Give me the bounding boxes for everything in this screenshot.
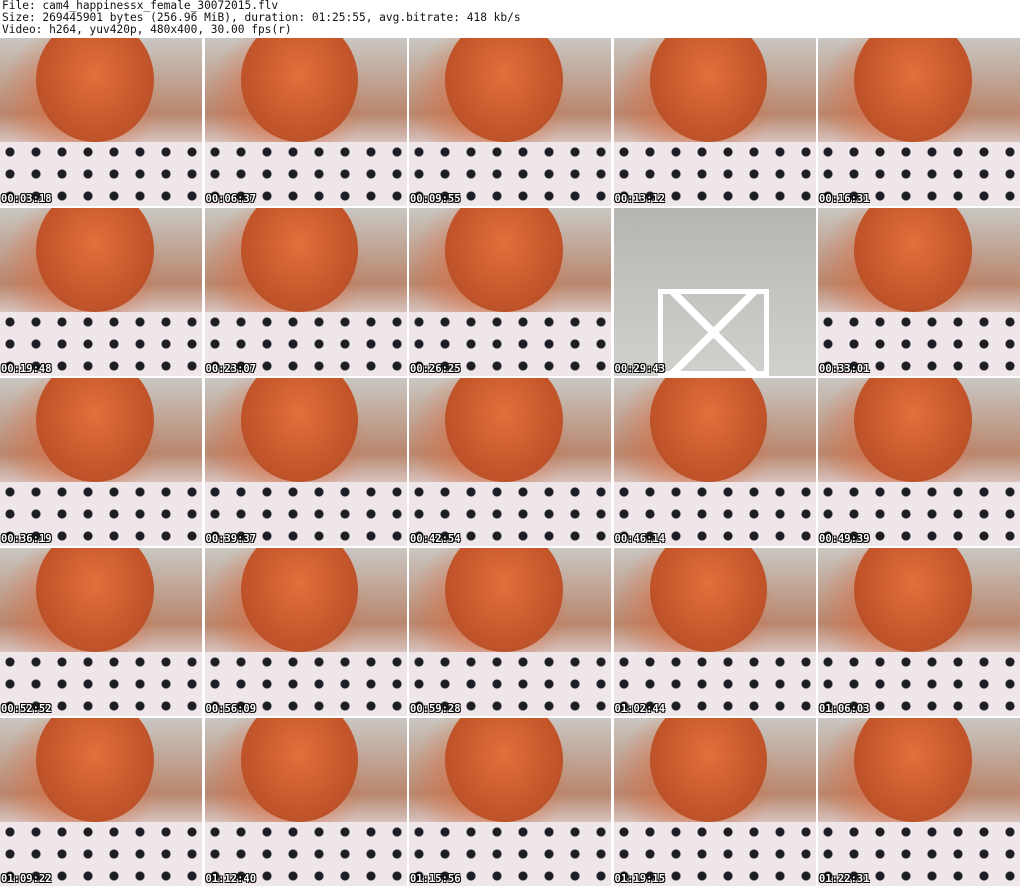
person-shape: [649, 718, 768, 823]
person-shape: [240, 38, 359, 143]
thumbnail-timestamp: 00:16:31: [819, 193, 870, 205]
thumbnail-timestamp: 00:23:07: [205, 363, 257, 375]
chair-shape: [657, 288, 770, 376]
thumbnail-timestamp: 00:13:12: [614, 193, 666, 205]
person-shape: [240, 208, 359, 313]
video-thumbnail: 00:56:09: [204, 548, 407, 716]
thumbnail-timestamp: 01:02:44: [614, 703, 666, 715]
video-thumbnail: 00:26:25: [409, 208, 611, 376]
person-shape: [649, 378, 768, 483]
video-thumbnail: 01:12:40: [204, 718, 407, 886]
video-thumbnail: 00:46:14: [613, 378, 816, 546]
person-shape: [854, 208, 972, 313]
thumbnail-timestamp: 00:33:01: [819, 363, 870, 375]
person-shape: [854, 378, 972, 483]
video-thumbnail: 00:39:37: [204, 378, 407, 546]
person-shape: [36, 548, 154, 653]
video-thumbnail: 00:13:12: [613, 38, 816, 206]
person-shape: [240, 548, 359, 653]
video-thumbnail: 01:15:56: [409, 718, 611, 886]
thumbnail-timestamp: 00:46:14: [614, 533, 666, 545]
person-shape: [36, 378, 154, 483]
thumbnail-timestamp: 00:26:25: [410, 363, 461, 375]
person-shape: [36, 38, 154, 143]
thumbnail-timestamp: 00:49:39: [819, 533, 870, 545]
thumbnail-timestamp: 01:12:40: [205, 873, 257, 885]
video-thumbnail: 00:49:39: [818, 378, 1020, 546]
person-shape: [649, 38, 768, 143]
thumbnail-timestamp: 00:42:54: [410, 533, 461, 545]
thumbnail-timestamp: 01:09:22: [1, 873, 52, 885]
person-shape: [854, 548, 972, 653]
video-thumbnail: 01:09:22: [0, 718, 202, 886]
thumbnail-timestamp: 00:56:09: [205, 703, 257, 715]
person-shape: [854, 718, 972, 823]
person-shape: [445, 208, 563, 313]
video-thumbnail: 00:06:37: [204, 38, 407, 206]
video-thumbnail: 01:19:15: [613, 718, 816, 886]
video-thumbnail: 00:19:48: [0, 208, 202, 376]
thumbnail-timestamp: 00:36:19: [1, 533, 52, 545]
video-thumbnail: 00:16:31: [818, 38, 1020, 206]
person-shape: [445, 378, 563, 483]
person-shape: [240, 378, 359, 483]
person-shape: [445, 718, 563, 823]
video-thumbnail: 01:02:44: [613, 548, 816, 716]
file-info-header: File: cam4_happinessx_female_30072015.fl…: [2, 0, 1022, 37]
thumbnail-timestamp: 01:06:03: [819, 703, 870, 715]
video-thumbnail: 00:29:43: [613, 208, 816, 376]
person-shape: [445, 548, 563, 653]
thumbnail-timestamp: 00:52:52: [1, 703, 52, 715]
video-info-line: Video: h264, yuv420p, 480x400, 30.00 fps…: [2, 23, 292, 36]
thumbnail-timestamp: 00:09:55: [410, 193, 461, 205]
video-thumbnail: 00:52:52: [0, 548, 202, 716]
video-thumbnail: 01:22:31: [818, 718, 1020, 886]
video-thumbnail: 00:33:01: [818, 208, 1020, 376]
thumbnail-timestamp: 00:19:48: [1, 363, 52, 375]
person-shape: [36, 208, 154, 313]
video-thumbnail: 00:03:18: [0, 38, 202, 206]
video-thumbnail: 00:23:07: [204, 208, 407, 376]
thumbnail-grid: 00:03:18 00:06:37 00:09:55 00:13:12 00:16:31…: [0, 38, 1024, 889]
person-shape: [854, 38, 972, 143]
person-shape: [445, 38, 563, 143]
thumbnail-timestamp: 00:39:37: [205, 533, 257, 545]
thumbnail-timestamp: 00:59:28: [410, 703, 461, 715]
video-thumbnail: 00:59:28: [409, 548, 611, 716]
person-shape: [36, 718, 154, 823]
thumbnail-timestamp: 00:29:43: [614, 363, 666, 375]
person-shape: [649, 548, 768, 653]
thumbnail-timestamp: 01:22:31: [819, 873, 870, 885]
thumbnail-timestamp: 00:03:18: [1, 193, 52, 205]
video-thumbnail: 01:06:03: [818, 548, 1020, 716]
thumbnail-timestamp: 00:06:37: [205, 193, 257, 205]
video-thumbnail: 00:36:19: [0, 378, 202, 546]
person-shape: [240, 718, 359, 823]
video-thumbnail: 00:42:54: [409, 378, 611, 546]
thumbnail-timestamp: 01:15:56: [410, 873, 461, 885]
video-thumbnail: 00:09:55: [409, 38, 611, 206]
thumbnail-timestamp: 01:19:15: [614, 873, 666, 885]
